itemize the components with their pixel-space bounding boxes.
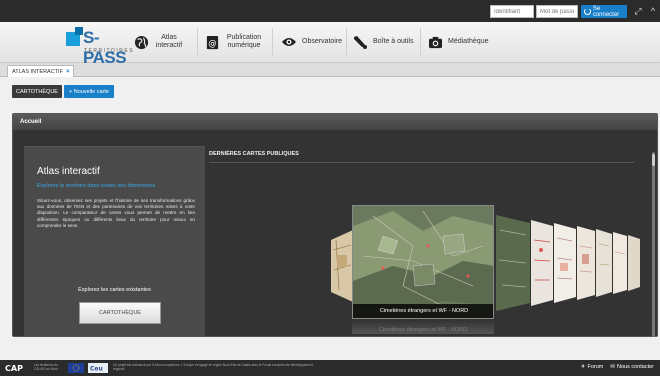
nav-atlas[interactable]: Atlas interactif [133, 22, 184, 62]
nav-divider [346, 28, 347, 56]
logo-subtitle: TERRITOIRES [84, 48, 135, 54]
footer: CAP Les territoires du CALAIS au Nord Ce… [0, 360, 660, 376]
top-bar: Se connecter ⤢ ^ [0, 0, 660, 22]
map-thumbnail-left[interactable] [331, 230, 353, 302]
tab-label: ATLAS INTERACTIF [12, 68, 63, 75]
region-text: Les territoires du CALAIS au Nord [34, 363, 58, 372]
svg-text:@: @ [208, 37, 216, 47]
connect-button[interactable]: Se connecter [581, 5, 627, 18]
tab-atlas-interactif[interactable]: ATLAS INTERACTIF × [7, 65, 75, 77]
panel-body: Atlas interactif Explorez le territoire … [13, 130, 657, 337]
nav-divider [197, 28, 198, 56]
contact-link[interactable]: ✉ Nous contacter [610, 364, 654, 370]
svg-text:Ceu: Ceu [90, 366, 103, 373]
map-thumbnail-right-2[interactable] [531, 220, 553, 306]
atlas-tagline: Explorez le territoire dans toutes ses d… [37, 183, 156, 189]
contact-label: Nous contacter [617, 364, 654, 370]
forum-label: Forum [587, 364, 604, 370]
logo-square-small [75, 27, 83, 35]
atlas-intro-card: Atlas interactif Explorez le territoire … [24, 146, 205, 336]
map-thumbnail-right-6[interactable] [613, 232, 627, 294]
featured-map-reflection: Cimetières étrangers et WF - NORD [352, 320, 494, 334]
atlas-title: Atlas interactif [37, 166, 100, 177]
eu-flag-icon [68, 363, 84, 373]
map-thumbnail-right-5[interactable] [596, 229, 612, 297]
username-field[interactable] [490, 5, 534, 18]
nav-divider [272, 28, 273, 56]
recent-maps-heading: DERNIÈRES CARTES PUBLIQUES [209, 151, 299, 157]
spass-logo[interactable]: S-PASS TERRITOIRES [66, 27, 133, 67]
svg-text:CAP: CAP [5, 364, 23, 373]
nav-publication-label: Publication numérique [226, 33, 262, 49]
forum-link[interactable]: ✈ Forum [581, 364, 604, 370]
funding-text: Ce projet est cofinancé par l'Union euro… [113, 363, 313, 372]
eye-icon [281, 34, 297, 50]
password-field[interactable] [536, 5, 578, 18]
footer-links: ✈ Forum ✉ Nous contacter [581, 364, 654, 370]
megaphone-icon: ✈ [580, 364, 586, 370]
close-icon[interactable]: × [66, 69, 70, 75]
connect-button-label: Se connecter [592, 5, 620, 18]
region-logo: CAP [5, 364, 23, 373]
featured-map-card[interactable]: Cimetières étrangers et WF - NORD [352, 205, 494, 319]
reflection-caption: Cimetières étrangers et WF - NORD [378, 327, 468, 333]
nav-mediatheque[interactable]: Médiathèque [427, 22, 488, 62]
new-map-button[interactable]: + Nouvelle carte [64, 85, 114, 98]
at-sign-icon: @ [204, 34, 220, 50]
atlas-cartotheque-button[interactable]: CARTOTHÈQUE [79, 302, 161, 324]
heading-divider [209, 162, 634, 163]
expand-icon[interactable]: ⤢ [631, 4, 645, 18]
map-thumbnail-right-7[interactable] [628, 235, 640, 291]
atlas-description: Situez-vous, observez ses projets et l'h… [37, 198, 195, 228]
tab-bar: ATLAS INTERACTIF × [0, 63, 660, 77]
nav-divider [420, 28, 421, 56]
map-thumbnail-right-3[interactable] [554, 223, 576, 303]
featured-map-caption: Cimetières étrangers et WF - NORD [353, 304, 493, 318]
nav-mediatheque-label: Médiathèque [448, 37, 489, 45]
chevron-up-icon[interactable]: ^ [646, 4, 660, 18]
main-nav: S-PASS TERRITOIRES Atlas interactif @ Pu… [0, 22, 660, 67]
camera-icon [427, 34, 443, 50]
workspace: CARTOTHÈQUE + Nouvelle carte Accueil Atl… [0, 77, 660, 360]
globe-icon [133, 34, 149, 50]
nav-boite-label: Boîte à outils [373, 37, 414, 45]
map-thumbnail-right-1[interactable] [496, 215, 530, 311]
nav-atlas-label: Atlas interactif [155, 33, 183, 49]
panel-title: Accueil [13, 114, 657, 130]
nav-publication[interactable]: @ Publication numérique [204, 22, 263, 62]
nav-boite-outils[interactable]: Boîte à outils [352, 22, 413, 62]
cartotheque-button[interactable]: CARTOTHÈQUE [12, 85, 62, 98]
mail-icon: ✉ [610, 364, 615, 370]
map-thumbnail-right-4[interactable] [577, 226, 595, 300]
partner-logo: Ceu [88, 363, 108, 373]
scrollbar-thumb[interactable] [652, 154, 655, 166]
nav-observatoire-label: Observatoire [302, 37, 343, 45]
nav-observatoire[interactable]: Observatoire [281, 22, 342, 62]
panel-scrollbar[interactable] [652, 152, 655, 337]
power-icon [584, 8, 591, 15]
tools-icon [352, 34, 368, 50]
featured-map-thumbnail [353, 206, 493, 318]
explore-label: Explorez les cartes existantes [78, 287, 151, 293]
home-panel: Accueil Atlas interactif Explorez le ter… [12, 113, 658, 337]
